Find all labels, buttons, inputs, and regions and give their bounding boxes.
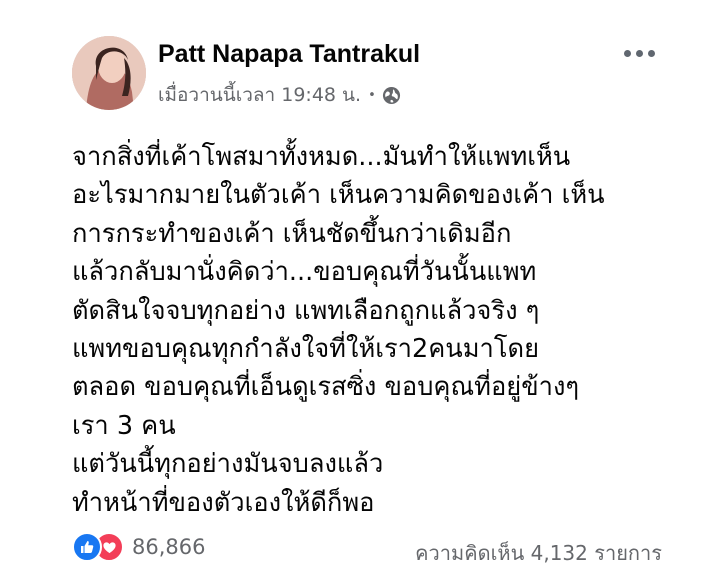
post-body-line: เรา 3 คน	[72, 410, 176, 441]
post-header: Patt Napapa Tantrakul เมื่อวานนี้เวลา 19…	[72, 36, 672, 116]
post-meta: เมื่อวานนี้เวลา 19:48 น. •	[158, 80, 401, 110]
post-body-line: ตัดสินใจจบทุกอย่าง แพทเลือกถูกแล้วจริง ๆ	[72, 295, 540, 326]
more-options-icon	[623, 49, 631, 57]
comment-count[interactable]: ความคิดเห็น 4,132 รายการ	[415, 537, 662, 569]
reaction-count: 86,866	[132, 535, 206, 559]
post-timestamp[interactable]: เมื่อวานนี้เวลา 19:48 น.	[158, 80, 361, 110]
globe-icon[interactable]	[382, 86, 401, 105]
post-body: จากสิ่งที่เค้าโพสมาทั้งหมด...มันทำให้แพท…	[72, 138, 672, 522]
like-icon	[72, 532, 102, 562]
author-name[interactable]: Patt Napapa Tantrakul	[158, 40, 420, 69]
avatar[interactable]	[72, 36, 146, 110]
post-card: Patt Napapa Tantrakul เมื่อวานนี้เวลา 19…	[0, 0, 706, 581]
more-options-button[interactable]	[617, 38, 661, 68]
post-body-line: การกระทำของเค้า เห็นชัดขึ้นกว่าเดิมอีก	[72, 218, 512, 249]
post-body-line: ทำหน้าที่ของตัวเองให้ดีก็พอ	[72, 487, 375, 518]
post-body-line: แต่วันนี้ทุกอย่างมันจบลงแล้ว	[72, 449, 384, 480]
post-body-line: ตลอด ขอบคุณที่เอ็นดูเรสซิ่ง ขอบคุณที่อยู…	[72, 372, 580, 403]
post-body-line: แล้วกลับมานั่งคิดว่า...ขอบคุณที่วันนั้นแ…	[72, 257, 537, 288]
more-dot	[647, 49, 655, 57]
avatar-image	[72, 36, 146, 110]
reactions-summary[interactable]: 86,866	[72, 532, 205, 562]
post-body-line: อะไรมากมายในตัวเค้า เห็นความคิดของเค้า เ…	[72, 180, 605, 211]
post-body-line: แพทขอบคุณทุกกำลังใจที่ให้เรา2คนมาโดย	[72, 333, 540, 364]
meta-separator: •	[368, 87, 376, 103]
post-body-line: จากสิ่งที่เค้าโพสมาทั้งหมด...มันทำให้แพท…	[72, 142, 571, 172]
more-dot	[635, 49, 643, 57]
